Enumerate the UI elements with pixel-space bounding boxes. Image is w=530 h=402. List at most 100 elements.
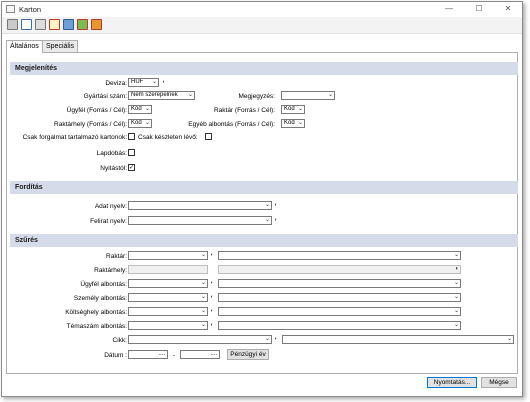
topic-sub-label: Témaszám albontás: (66, 323, 127, 330)
maximize-button[interactable]: ☐ (468, 3, 490, 15)
customer-select[interactable]: Kód ⌄ (128, 105, 152, 114)
section-filter-title: Szűrés (15, 237, 38, 244)
data-lang-label: Adat nyelv: (94, 203, 127, 210)
filter-warehouse-select[interactable]: ⌄ (128, 251, 208, 260)
info-icon[interactable]: ◐ (209, 251, 215, 259)
close-button[interactable]: ✕ (497, 3, 519, 15)
info-icon[interactable]: ◐ (209, 293, 215, 301)
edit-icon[interactable] (49, 19, 60, 30)
title-bar: Karton — ☐ ✕ (2, 2, 522, 16)
print-button[interactable]: Nyomtatás... (427, 377, 477, 388)
tab-strip: Általános Speciális (2, 40, 522, 53)
info-icon[interactable]: ◐ (273, 216, 279, 224)
chevron-down-icon: ⌄ (264, 336, 270, 342)
caption-lang-select[interactable]: ⌄ (128, 216, 272, 225)
info-icon: ◐ (455, 266, 459, 272)
only-stock-label: Csak készleten lévő: (138, 134, 198, 141)
chevron-down-icon: ⌄ (200, 252, 206, 258)
serial-label: Gyártási szám: (83, 93, 127, 100)
date-to-field[interactable]: .... (180, 350, 220, 359)
page-break-checkbox[interactable] (128, 149, 135, 156)
person-sub-select[interactable]: ⌄ (128, 293, 208, 302)
cost-sub-label: Költséghely albontás: (65, 309, 127, 316)
minimize-button[interactable]: — (438, 3, 460, 15)
section-display: Megjelenítés (10, 62, 518, 75)
app-icon (6, 5, 15, 13)
chevron-down-icon: ⌄ (144, 106, 150, 112)
warehouse-value: Kód (284, 106, 295, 112)
chevron-down-icon: ⌄ (327, 92, 333, 98)
filter-location-name-select: ◐ (218, 265, 461, 274)
printer-icon[interactable] (7, 19, 18, 30)
section-translation-title: Fordítás (15, 184, 43, 191)
opening-checkbox[interactable]: ✓ (128, 164, 135, 171)
topic-sub-name-select[interactable]: ⌄ (218, 321, 461, 330)
only-traffic-checkbox[interactable] (128, 133, 135, 140)
date-separator: - (173, 352, 176, 359)
person-sub-name-select[interactable]: ⌄ (218, 293, 461, 302)
tab-general[interactable]: Általános (6, 40, 43, 53)
date-label: Dátum : (104, 352, 127, 359)
currency-value: HUF (131, 79, 144, 85)
item-code-select[interactable]: ⌄ (128, 335, 272, 344)
info-icon[interactable]: ◐ (209, 307, 215, 315)
note-label: Megjegyzés: (238, 93, 276, 100)
chart-icon[interactable] (77, 19, 88, 30)
karton-window: Karton — ☐ ✕ Általános Speciális Megjele… (1, 1, 523, 397)
chevron-down-icon: ⌄ (187, 92, 193, 98)
location-label: Raktárhely (Forrás / Cél): (54, 121, 127, 128)
topic-sub-select[interactable]: ⌄ (128, 321, 208, 330)
only-stock-checkbox[interactable] (205, 133, 212, 140)
fiscal-year-button[interactable]: Pénzügyi év (227, 349, 269, 360)
customer-sub-name-select[interactable]: ⌄ (218, 279, 461, 288)
warehouse-select[interactable]: Kód ⌄ (281, 105, 305, 114)
cost-sub-name-select[interactable]: ⌄ (218, 307, 461, 316)
other-select[interactable]: Kód ⌄ (281, 119, 305, 128)
filter-location-select (128, 265, 208, 274)
customer-sub-select[interactable]: ⌄ (128, 279, 208, 288)
chevron-down-icon: ⌄ (297, 106, 303, 112)
export-icon[interactable] (35, 19, 46, 30)
currency-select[interactable]: HUF ⌄ (128, 78, 159, 87)
warehouse-label: Raktár (Forrás / Cél): (213, 107, 275, 114)
serial-select[interactable]: Nem szerepelnek ⌄ (128, 91, 195, 100)
table-icon[interactable] (63, 19, 74, 30)
filter-location-label: Raktárhely: (94, 267, 127, 274)
customer-label: Ügyfél (Forrás / Cél): (66, 107, 127, 114)
data-lang-select[interactable]: ⌄ (128, 201, 272, 210)
chevron-down-icon: ⌄ (453, 280, 459, 286)
item-name-select[interactable]: ⌄ (282, 335, 514, 344)
chevron-down-icon: ⌄ (297, 120, 303, 126)
section-display-title: Megjelenítés (15, 65, 58, 72)
chevron-down-icon: ⌄ (453, 294, 459, 300)
chevron-down-icon: ⌄ (453, 252, 459, 258)
close-doc-icon[interactable] (91, 19, 102, 30)
location-value: Kód (131, 120, 142, 126)
preview-icon[interactable] (21, 19, 32, 30)
cost-sub-select[interactable]: ⌄ (128, 307, 208, 316)
item-label: Cikk: (112, 337, 127, 344)
info-icon[interactable]: ◐ (273, 201, 279, 209)
date-from-value: .... (158, 351, 165, 357)
info-icon[interactable]: ◐ (161, 78, 167, 86)
chevron-down-icon: ⌄ (453, 308, 459, 314)
opening-label: Nyitástól: (100, 165, 127, 172)
toolbar (2, 17, 522, 34)
date-from-field[interactable]: .... (128, 350, 168, 359)
info-icon[interactable]: ◐ (209, 321, 215, 329)
chevron-down-icon: ⌄ (506, 336, 512, 342)
other-label: Egyéb albontás (Forrás / Cél): (188, 121, 275, 128)
info-icon[interactable]: ◐ (273, 335, 279, 343)
tab-special[interactable]: Speciális (42, 40, 79, 52)
info-icon[interactable]: ◐ (209, 279, 215, 287)
chevron-down-icon: ⌄ (200, 294, 206, 300)
location-select[interactable]: Kód ⌄ (128, 119, 152, 128)
filter-warehouse-name-select[interactable]: ⌄ (218, 251, 461, 260)
window-title: Karton (19, 5, 42, 14)
serial-value: Nem szerepelnek (131, 92, 178, 98)
chevron-down-icon: ⌄ (200, 322, 206, 328)
note-select[interactable]: ⌄ (281, 91, 335, 100)
cancel-button[interactable]: Mégse (481, 377, 517, 388)
chevron-down-icon: ⌄ (151, 79, 157, 85)
currency-label: Deviza: (105, 80, 127, 87)
